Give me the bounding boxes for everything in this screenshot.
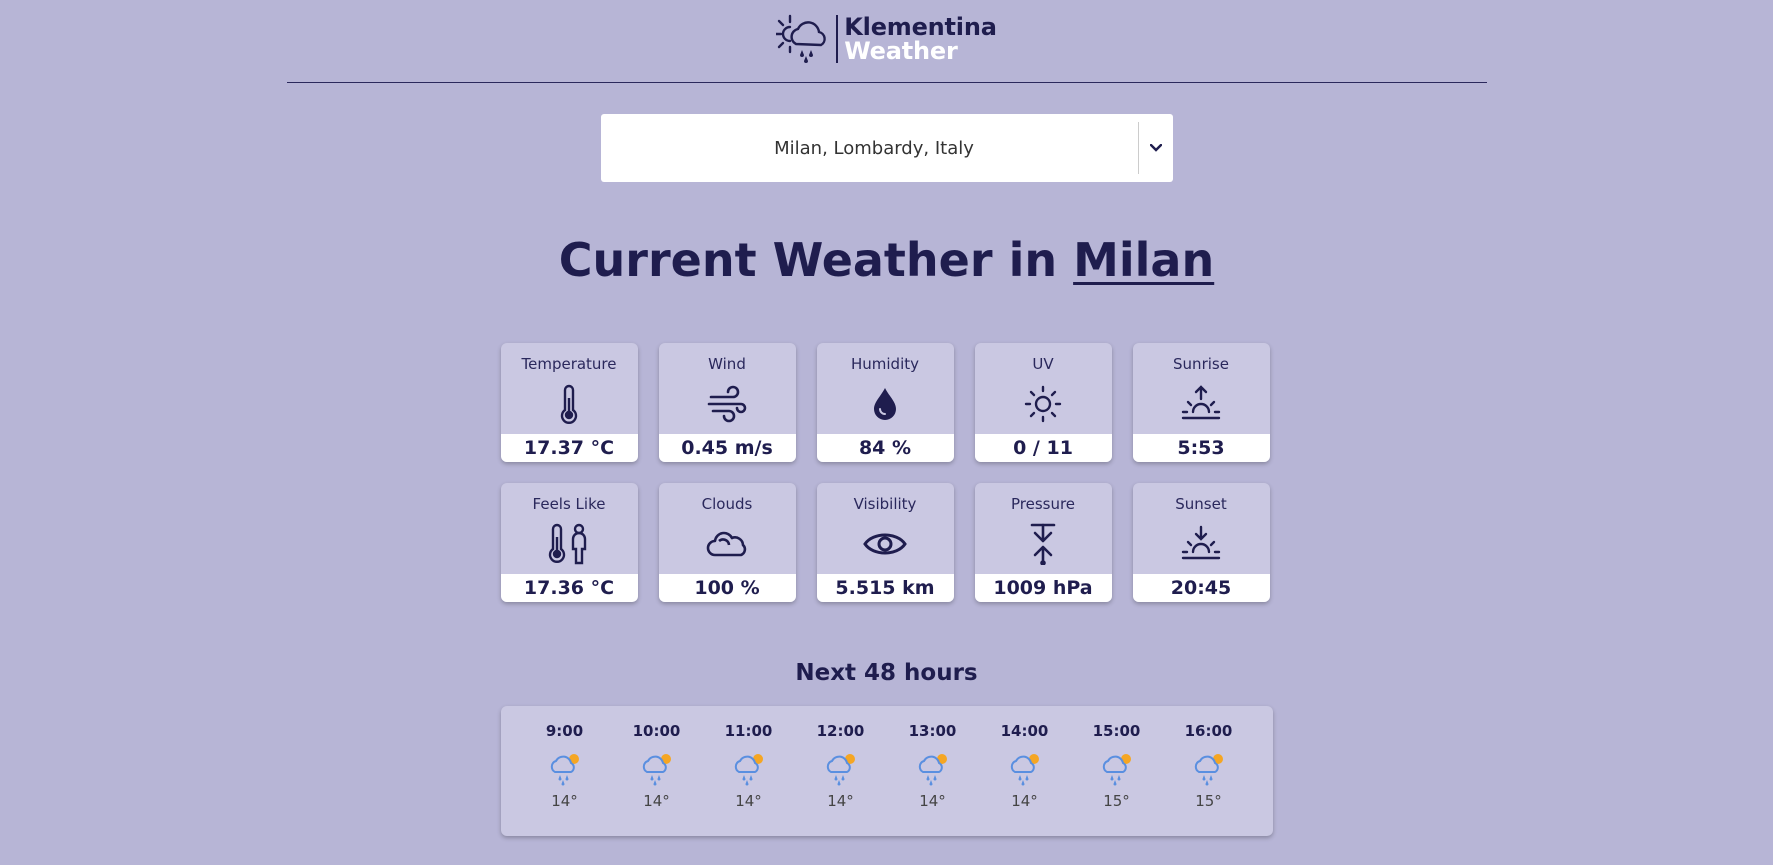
forecast-time: 11:00 [724,722,773,740]
metric-label: Sunset [1175,495,1227,513]
metric-value: 5.515 km [816,574,954,602]
location-value[interactable]: Milan, Lombardy, Italy [601,138,1138,159]
rain-sun-icon [913,748,953,788]
forecast-hour: 9:00 14° [535,706,595,836]
metric-value: 5:53 [1132,434,1270,462]
feels-like-icon [501,513,638,574]
forecast-temp: 14° [643,792,670,810]
metrics-grid: Temperature 17.37 °C Wind 0.45 m/s Humid… [500,343,1273,602]
rain-sun-icon [1005,748,1045,788]
metric-label: Wind [708,355,746,373]
forecast-temp: 14° [1011,792,1038,810]
forecast-hour: 13:00 14° [903,706,963,836]
thermometer-icon [501,373,638,434]
logo-separator [836,15,839,63]
metric-label: Pressure [1010,495,1076,513]
forecast-temp: 14° [919,792,946,810]
metric-label: Sunrise [1173,355,1229,373]
eye-icon [817,513,954,574]
title-city-link[interactable]: Milan [1073,233,1214,287]
pressure-icon [975,513,1112,574]
logo-line2: Weather [844,37,958,65]
metric-value: 0 / 11 [974,434,1112,462]
metric-card-sunset: Sunset 20:45 [1132,483,1270,602]
forecast-time: 13:00 [908,722,957,740]
metric-card-clouds: Clouds 100 % [658,483,796,602]
logo-icon [776,14,830,64]
metric-card-humidity: Humidity 84 % [816,343,954,462]
forecast-time: 12:00 [816,722,865,740]
forecast-temp: 15° [1103,792,1130,810]
metric-value: 0.45 m/s [658,434,796,462]
metric-label: Clouds [701,495,753,513]
metric-value: 84 % [816,434,954,462]
droplet-icon [817,373,954,434]
metric-value: 100 % [658,574,796,602]
rain-sun-icon [1189,748,1229,788]
forecast-temp: 14° [735,792,762,810]
forecast-time: 10:00 [632,722,681,740]
forecast-time: 9:00 [545,722,584,740]
metric-card-pressure: Pressure 1009 hPa [974,483,1112,602]
sunrise-icon [1133,373,1270,434]
metric-card-wind: Wind 0.45 m/s [658,343,796,462]
forecast-hour: 12:00 14° [811,706,871,836]
forecast-hour: 16:00 15° [1179,706,1239,836]
logo-line1: Klementina [844,13,997,41]
metric-label: Feels Like [532,495,606,513]
cloud-icon [659,513,796,574]
forecast-temp: 15° [1195,792,1222,810]
title-prefix: Current Weather in [558,233,1074,287]
logo-text: Klementina Weather [844,13,997,65]
forecast-title: Next 48 hours [795,660,978,686]
page-title: Current Weather in Milan [0,232,1773,288]
rain-sun-icon [821,748,861,788]
chevron-down-icon[interactable] [1139,144,1173,152]
metric-value: 20:45 [1132,574,1270,602]
rain-sun-icon [545,748,585,788]
metric-card-uv: UV 0 / 11 [974,343,1112,462]
forecast-temp: 14° [827,792,854,810]
metric-value: 1009 hPa [974,574,1112,602]
forecast-time: 15:00 [1092,722,1141,740]
metric-card-visibility: Visibility 5.515 km [816,483,954,602]
forecast-hour: 14:00 14° [995,706,1055,836]
location-wrap: Milan, Lombardy, Italy [0,114,1773,182]
metric-value: 17.36 °C [500,574,638,602]
forecast-time: 16:00 [1184,722,1233,740]
sunset-icon [1133,513,1270,574]
header: Klementina Weather [286,0,1487,83]
sun-icon [975,373,1112,434]
rain-sun-icon [729,748,769,788]
metric-card-temperature: Temperature 17.37 °C [500,343,638,462]
forecast-temp: 14° [551,792,578,810]
forecast-hour: 15:00 15° [1087,706,1147,836]
wind-icon [659,373,796,434]
rain-sun-icon [637,748,677,788]
metric-label: Humidity [850,355,919,373]
location-select[interactable]: Milan, Lombardy, Italy [600,114,1173,182]
metric-label: UV [1032,355,1054,373]
forecast-hour: 11:00 14° [719,706,779,836]
metric-card-feels-like: Feels Like 17.36 °C [500,483,638,602]
forecast-panel: 9:00 14° 10:00 14° 11:00 14° 12:00 14° 1… [500,706,1273,836]
metric-label: Temperature [521,355,617,373]
metric-card-sunrise: Sunrise 5:53 [1132,343,1270,462]
logo[interactable]: Klementina Weather [776,13,997,65]
forecast-time: 14:00 [1000,722,1049,740]
metric-value: 17.37 °C [500,434,638,462]
metric-label: Visibility [853,495,917,513]
rain-sun-icon [1097,748,1137,788]
forecast-hour: 10:00 14° [627,706,687,836]
